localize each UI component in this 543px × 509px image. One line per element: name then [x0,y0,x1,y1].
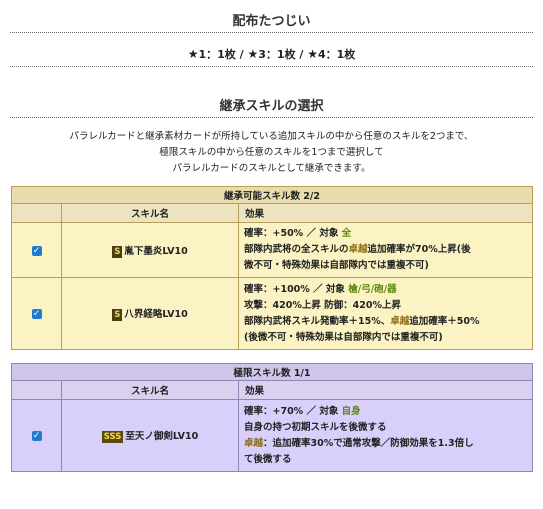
skill-name-cell: S 八界経略LV10 [61,277,239,350]
checkbox-checked-icon[interactable]: ✓ [31,431,42,441]
header-check [11,203,62,223]
header-skill-name: スキル名 [61,203,239,223]
header-skill-name: スキル名 [61,380,239,400]
skill-row: ✓ S 胤下墨炎LV10 確率：+50% ／ 対象 全 部隊内武将の全スキルの卓越… [11,222,533,278]
skill-row: ✓ SSS 至天ノ御剣LV10 確率：+70% ／ 対象 自身 自身の持つ初期スキ… [11,399,534,472]
header-effect: 効果 [237,380,534,400]
desc-line-2: 極限スキルの中から任意のスキルを1つまで選択して [159,147,384,158]
effect-line: 部隊内武将スキル発動率＋15%、卓越追加確率＋50% [244,315,480,327]
skill-row: ✓ S 八界経略LV10 確率：+100% ／ 対象 槍/弓/砲/器 攻撃：420… [11,277,533,350]
target-text: 自身 [341,405,361,417]
divider [10,66,533,67]
excellence-text: 卓越 [244,437,264,449]
skill-effect-cell: 確率：+100% ／ 対象 槍/弓/砲/器 攻撃：420%上昇 防御：420%上… [238,277,533,350]
inheritable-skill-table: 継承可能スキル数 2/2 スキル名 効果 ✓ S 胤下墨炎LV10 確率：+50%… [11,186,533,350]
tile-counts: ★1：1枚 / ★3：1枚 / ★4：1枚 [0,46,543,66]
header-check [11,380,62,400]
tile-count-4: 4：1枚 [317,48,356,61]
effect-line: 確率：+50% ／ 対象 全 [244,228,352,239]
excellence-text: 卓越 [348,244,368,255]
skill-checkbox-cell[interactable]: ✓ [11,277,62,350]
star-icon: ★ [247,47,259,61]
header-effect: 効果 [238,203,533,223]
skill-name-cell: S 胤下墨炎LV10 [61,222,239,278]
desc-line-1: パラレルカードと継承素材カードが所持している追加スキルの中から任意のスキルを2つ… [69,131,474,142]
checkbox-checked-icon[interactable]: ✓ [31,309,42,319]
skill-name: 至天ノ御剣LV10 [125,431,199,442]
tile-count-1: 1：1枚 [198,48,236,61]
target-text: 全 [341,228,352,239]
skill-name-cell: SSS 至天ノ御剣LV10 [61,399,239,472]
effect-line: 部隊内武将の全スキルの卓越追加確率が70%上昇(後 [244,244,471,255]
inherit-description: パラレルカードと継承素材カードが所持している追加スキルの中から任意のスキルを2つ… [0,129,543,177]
effect-line: (後微不可・特殊効果は自部隊内では重複不可) [244,331,443,343]
tile-separator: / [295,48,308,61]
skill-name: 胤下墨炎LV10 [124,245,188,257]
skill-checkbox-cell[interactable]: ✓ [11,399,62,472]
target-text: 槍/弓/砲/器 [348,283,397,295]
limit-skill-table: 極限スキル数 1/1 スキル名 効果 ✓ SSS 至天ノ御剣LV10 確率：+70… [10,363,534,472]
tile-count-3: 3：1枚 [258,48,296,61]
effect-line: 確率：+70% ／ 対象 自身 [244,405,361,417]
effect-line: 確率：+100% ／ 対象 槍/弓/砲/器 [244,283,397,295]
effect-line: て後微する [244,453,292,465]
desc-line-3: パラレルカードのスキルとして継承できます。 [172,163,371,174]
rank-badge: S [112,309,123,321]
effect-line: 卓越：追加確率30%で通常攻撃／防御効果を1.3倍し [244,437,474,449]
skill-effect-cell: 確率：+50% ／ 対象 全 部隊内武将の全スキルの卓越追加確率が70%上昇(後… [238,222,533,278]
skill-checkbox-cell[interactable]: ✓ [11,222,62,278]
rank-badge: SSS [101,431,124,443]
distribution-title: 配布たつじい [10,0,533,33]
inheritable-caption: 継承可能スキル数 2/2 [11,186,533,204]
star-icon: ★ [307,47,318,61]
tile-separator: / [235,48,248,61]
limit-caption: 極限スキル数 1/1 [10,363,534,381]
effect-line: 微不可・特殊効果は自部隊内では重複不可) [244,260,429,271]
effect-line: 攻撃：420%上昇 防御：420%上昇 [244,299,402,311]
checkbox-checked-icon[interactable]: ✓ [31,245,42,256]
excellence-text: 卓越 [390,315,410,327]
rank-badge: S [112,245,123,258]
skill-effect-cell: 確率：+70% ／ 対象 自身 自身の持つ初期スキルを後微する 卓越：追加確率3… [237,399,534,472]
skill-name: 八界経略LV10 [124,309,188,320]
star-icon: ★ [187,47,199,61]
inherit-title: 継承スキルの選択 [10,85,533,118]
effect-line: 自身の持つ初期スキルを後微する [244,421,387,433]
